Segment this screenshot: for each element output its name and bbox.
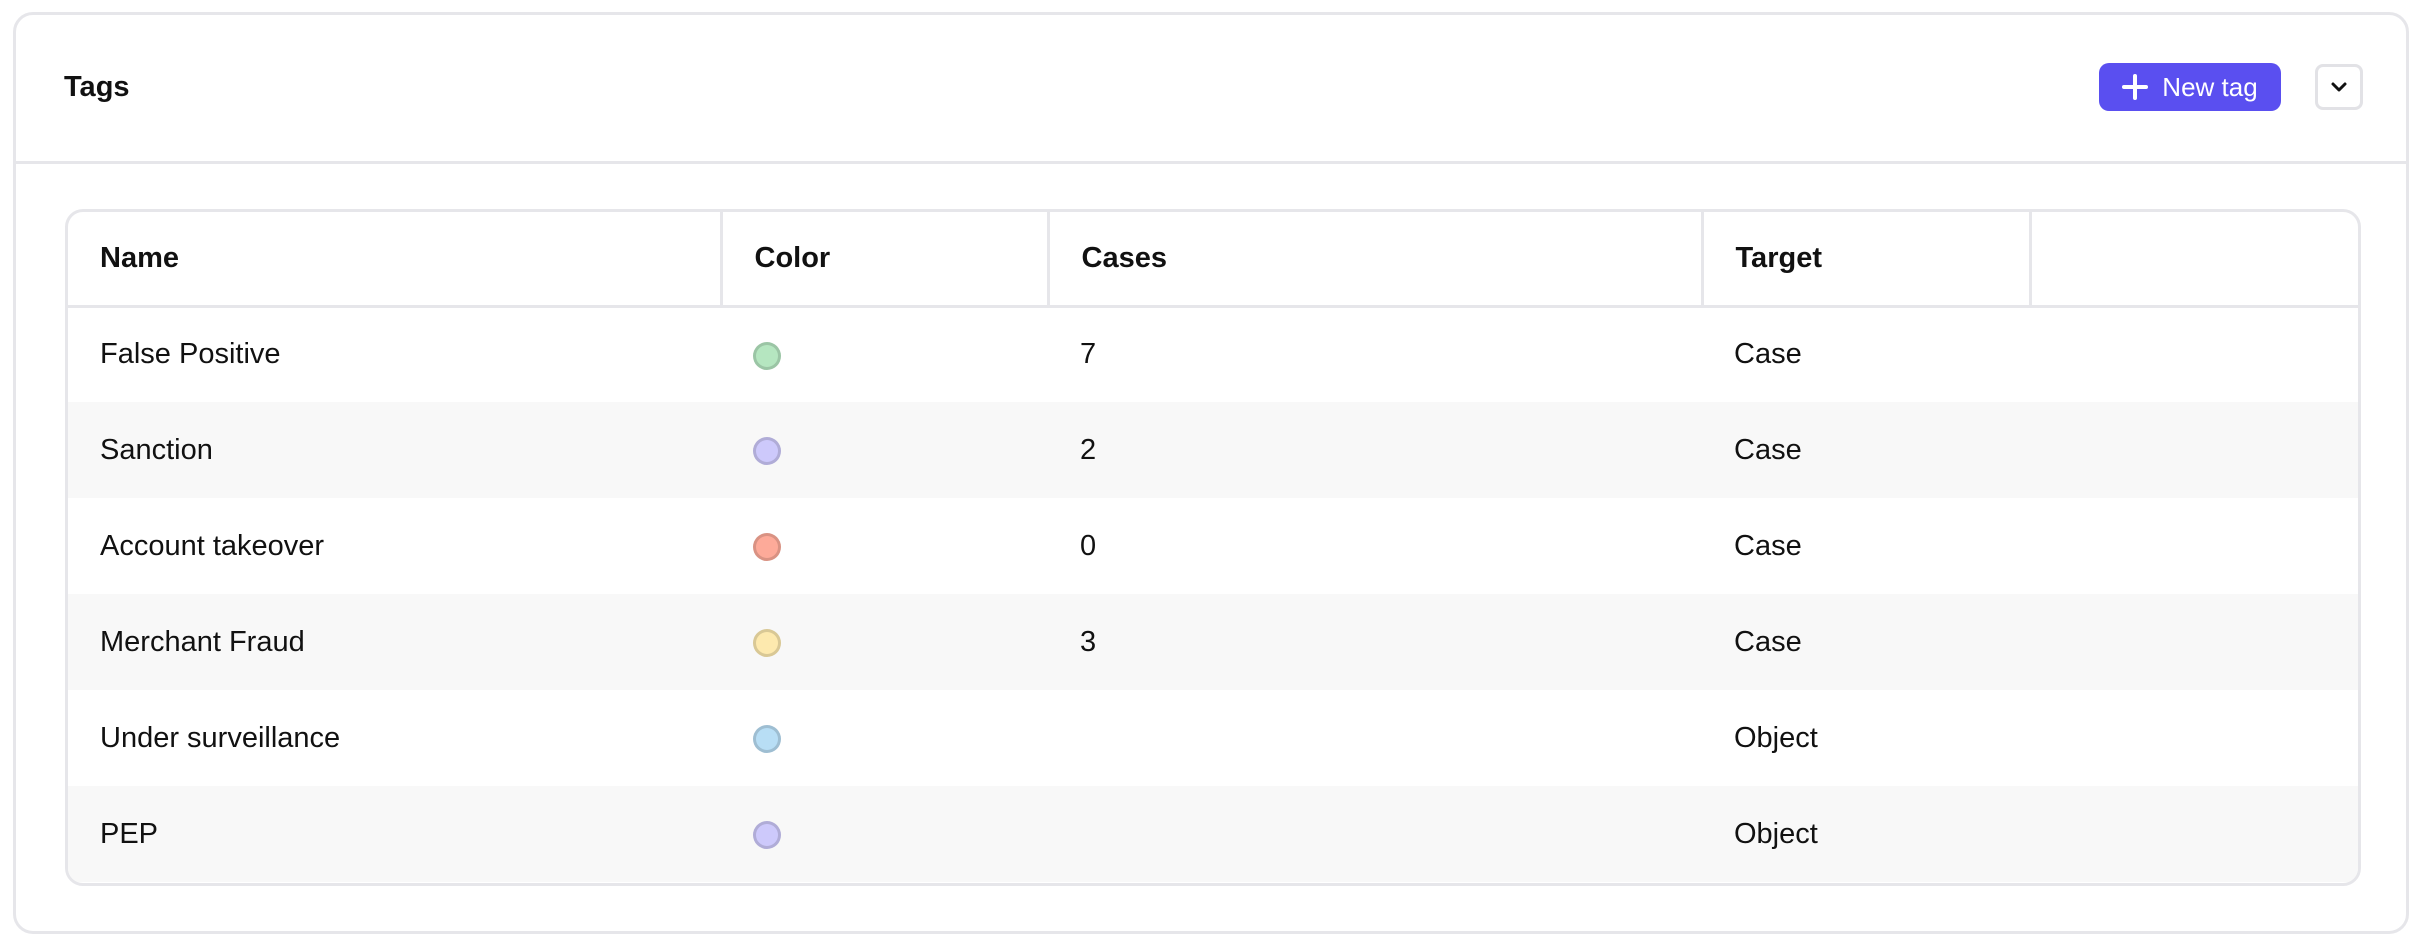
new-tag-button[interactable]: New tag xyxy=(2099,63,2281,111)
new-tag-label: New tag xyxy=(2162,71,2258,102)
tag-name: Under surveillance xyxy=(100,721,341,754)
card-header: Tags New tag xyxy=(16,15,2406,164)
tag-target: Case xyxy=(1702,594,2030,690)
column-header-target[interactable]: Target xyxy=(1702,212,2032,308)
table-row[interactable]: Sanction 2 Case xyxy=(68,402,2358,498)
table-header-row: Name Color Cases Target xyxy=(68,212,2358,308)
tag-name: Merchant Fraud xyxy=(68,594,721,690)
column-header-actions xyxy=(2030,212,2358,308)
table-row[interactable]: Account takeover 0 Case xyxy=(68,498,2358,594)
row-actions xyxy=(2030,498,2358,594)
color-swatch xyxy=(753,341,781,370)
tag-name: False Positive xyxy=(100,338,281,371)
tag-target: Case xyxy=(1734,338,1802,371)
color-swatch xyxy=(753,628,781,657)
row-actions xyxy=(2030,690,2358,786)
chevron-down-icon xyxy=(2331,82,2347,92)
tag-target: Object xyxy=(1734,721,1818,754)
tag-color-cell xyxy=(721,402,1048,498)
column-header-color[interactable]: Color xyxy=(721,212,1050,308)
tag-target: Case xyxy=(1734,529,1802,562)
tag-cases: 7 xyxy=(1080,338,1097,371)
row-actions xyxy=(2030,594,2358,690)
tag-color-cell xyxy=(721,498,1048,594)
tag-target: Case xyxy=(1702,402,2030,498)
tag-name: Sanction xyxy=(68,402,721,498)
tag-name: Account takeover xyxy=(100,529,325,562)
column-header-cases[interactable]: Cases xyxy=(1048,212,1704,308)
tag-color-cell xyxy=(721,690,1048,786)
row-actions xyxy=(2030,306,2358,402)
tag-color-cell xyxy=(721,306,1048,402)
tag-color-cell xyxy=(721,786,1048,882)
tag-color-cell xyxy=(721,594,1048,690)
tag-cases: 3 xyxy=(1048,594,1702,690)
plus-icon xyxy=(2122,74,2149,100)
page-title: Tags xyxy=(64,71,130,103)
tags-table: Name Color Cases Target False Positive 7… xyxy=(65,209,2361,886)
tag-cases xyxy=(1048,786,1702,882)
table-row[interactable]: PEP Object xyxy=(68,786,2358,882)
color-swatch xyxy=(753,532,781,561)
table-row[interactable]: False Positive 7 Case xyxy=(68,306,2358,402)
color-swatch xyxy=(753,820,781,849)
table-row[interactable]: Under surveillance Object xyxy=(68,690,2358,786)
color-swatch xyxy=(753,436,781,465)
column-header-name[interactable]: Name xyxy=(68,212,723,308)
tag-name: PEP xyxy=(68,786,721,882)
tag-cases: 2 xyxy=(1048,402,1702,498)
tag-target: Object xyxy=(1702,786,2030,882)
color-swatch xyxy=(753,724,781,753)
row-actions xyxy=(2030,786,2358,882)
table-row[interactable]: Merchant Fraud 3 Case xyxy=(68,594,2358,690)
row-actions xyxy=(2030,402,2358,498)
tags-card: Tags New tag Name Color Cases Target Fal… xyxy=(13,12,2409,934)
collapse-button[interactable] xyxy=(2315,64,2363,110)
tag-cases xyxy=(1048,690,1702,786)
tag-cases: 0 xyxy=(1080,529,1097,562)
